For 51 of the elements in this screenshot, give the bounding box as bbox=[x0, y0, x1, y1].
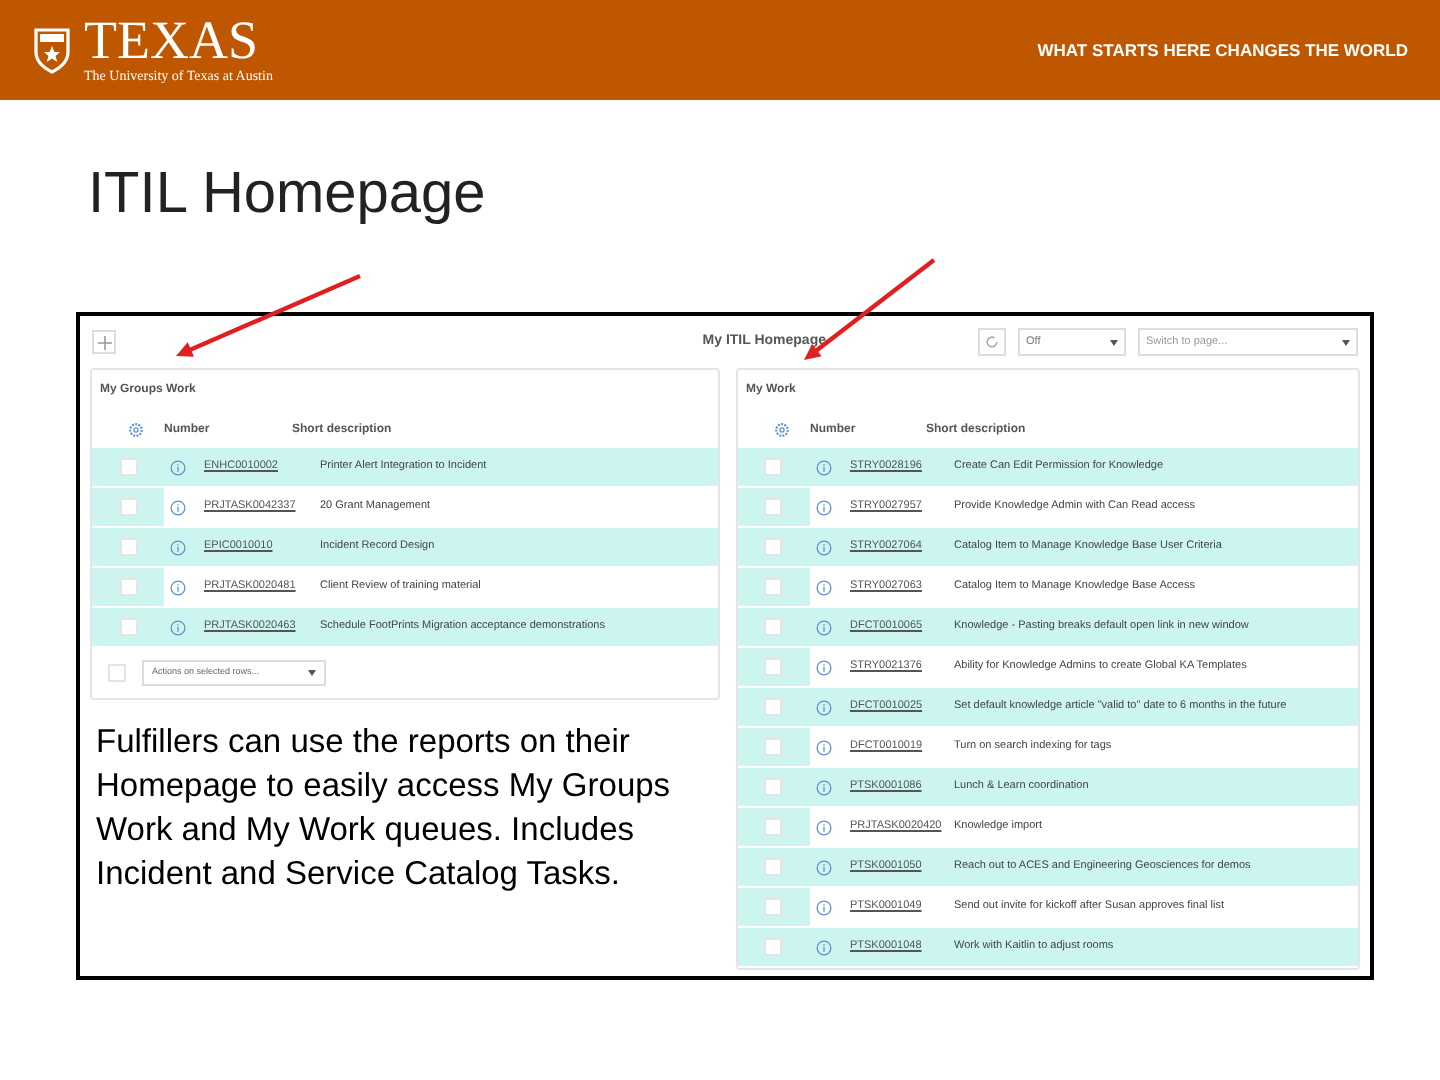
info-icon[interactable] bbox=[170, 459, 186, 475]
caret-icon bbox=[1342, 339, 1350, 345]
row-checkbox[interactable] bbox=[119, 498, 137, 516]
caret-icon bbox=[1110, 339, 1118, 345]
refresh-button[interactable] bbox=[978, 328, 1006, 356]
row-checkbox[interactable] bbox=[764, 458, 783, 476]
row-checkbox[interactable] bbox=[764, 658, 783, 676]
row-checkbox[interactable] bbox=[764, 618, 783, 636]
info-icon[interactable] bbox=[815, 859, 832, 875]
refresh-icon bbox=[984, 334, 1000, 350]
settings-icon[interactable] bbox=[773, 422, 790, 438]
plus-icon bbox=[97, 335, 111, 349]
row-checkbox[interactable] bbox=[764, 818, 783, 836]
info-icon[interactable] bbox=[815, 739, 832, 755]
select-all-checkbox[interactable] bbox=[108, 664, 126, 682]
logo-wordmark: TEXAS bbox=[84, 14, 258, 68]
row-checkbox[interactable] bbox=[764, 498, 783, 516]
info-icon[interactable] bbox=[170, 579, 186, 595]
caret-icon bbox=[308, 670, 316, 676]
info-icon[interactable] bbox=[815, 579, 832, 595]
shield-logo-icon bbox=[32, 26, 72, 74]
settings-icon[interactable] bbox=[128, 422, 144, 438]
info-icon[interactable] bbox=[815, 459, 832, 475]
info-icon[interactable] bbox=[170, 499, 186, 515]
row-checkbox[interactable] bbox=[119, 618, 137, 636]
row-checkbox[interactable] bbox=[119, 458, 137, 476]
row-checkbox[interactable] bbox=[764, 938, 783, 956]
info-icon[interactable] bbox=[815, 499, 832, 515]
row-checkbox[interactable] bbox=[764, 578, 783, 596]
info-icon[interactable] bbox=[815, 819, 832, 835]
info-icon[interactable] bbox=[815, 539, 832, 555]
row-checkbox[interactable] bbox=[764, 898, 783, 916]
info-icon[interactable] bbox=[170, 539, 186, 555]
row-checkbox[interactable] bbox=[764, 538, 783, 556]
row-checkbox[interactable] bbox=[119, 578, 137, 596]
info-icon[interactable] bbox=[815, 939, 832, 955]
row-checkbox[interactable] bbox=[764, 858, 783, 876]
info-icon[interactable] bbox=[815, 699, 832, 715]
row-checkbox[interactable] bbox=[764, 698, 783, 716]
info-icon[interactable] bbox=[815, 779, 832, 795]
info-icon[interactable] bbox=[170, 619, 186, 635]
info-icon[interactable] bbox=[815, 619, 832, 635]
slide-title: ITIL Homepage bbox=[88, 160, 488, 228]
info-icon[interactable] bbox=[815, 659, 832, 675]
add-button[interactable] bbox=[92, 330, 116, 354]
tagline: WHAT STARTS HERE CHANGES THE WORLD bbox=[1037, 37, 1408, 63]
row-checkbox[interactable] bbox=[764, 778, 783, 796]
row-checkbox[interactable] bbox=[764, 738, 783, 756]
row-checkbox[interactable] bbox=[119, 538, 137, 556]
caption-text: Fulfillers can use the reports on their Homepage to easily access My Groups Work and My Work queues. Includes Incident and Service Catalog Tasks. bbox=[94, 722, 673, 896]
info-icon[interactable] bbox=[815, 899, 832, 915]
